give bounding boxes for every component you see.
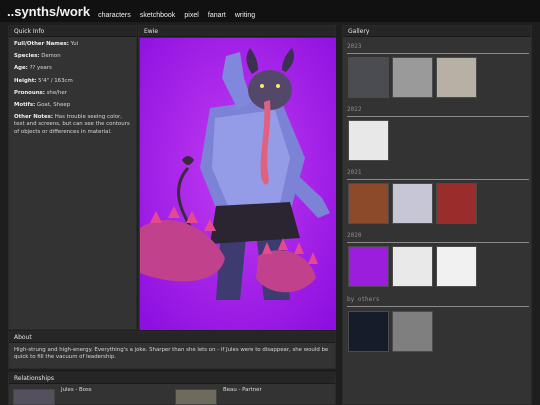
divider xyxy=(347,306,529,307)
art-panel: Ewie xyxy=(138,25,336,330)
gallery-year-2020: 2020 xyxy=(347,232,362,239)
gallery-thumb[interactable] xyxy=(348,57,389,98)
info-key: Height: xyxy=(14,77,37,84)
info-row-names: Full/Other Names: Yui xyxy=(14,41,131,48)
info-row-age: Age: ?? years xyxy=(14,65,131,72)
character-artwork[interactable] xyxy=(140,38,336,330)
gallery-thumb[interactable] xyxy=(392,311,433,352)
gallery-thumb[interactable] xyxy=(348,246,389,287)
gallery-panel: Gallery 2023 2022 2021 2020 by others xyxy=(342,25,532,405)
divider xyxy=(347,53,529,54)
gallery-thumb[interactable] xyxy=(436,183,477,224)
quick-info-title: Quick Info xyxy=(9,26,136,37)
nav-writing[interactable]: writing xyxy=(235,12,255,19)
gallery-title: Gallery xyxy=(343,26,531,37)
main-nav: characters sketchbook pixel fanart writi… xyxy=(98,2,259,21)
gallery-thumb[interactable] xyxy=(392,183,433,224)
divider xyxy=(347,116,529,117)
info-row-species: Species: Demon xyxy=(14,53,131,60)
info-value: Demon xyxy=(41,53,61,60)
top-bar: ..synths/work characters sketchbook pixe… xyxy=(0,0,540,22)
gallery-section-by-others: by others xyxy=(347,296,380,303)
relationships-panel: Relationships Jules - Boss Beau - Partne… xyxy=(8,372,336,405)
character-illustration xyxy=(140,38,336,330)
info-value: Yui xyxy=(70,41,79,47)
about-panel: About High-strung and high-energy. Every… xyxy=(8,331,336,369)
gallery-thumb[interactable] xyxy=(392,57,433,98)
gallery-year-2023: 2023 xyxy=(347,43,362,50)
nav-characters[interactable]: characters xyxy=(98,12,131,19)
gallery-thumb[interactable] xyxy=(348,311,389,352)
about-title: About xyxy=(9,332,335,343)
gallery-thumb[interactable] xyxy=(436,246,477,287)
quick-info-panel: Quick Info Full/Other Names: Yui Species… xyxy=(8,25,137,330)
info-key: Age: xyxy=(14,65,28,72)
info-value: she/her xyxy=(46,89,67,96)
relationships-title: Relationships xyxy=(9,373,335,384)
gallery-year-2022: 2022 xyxy=(347,106,362,113)
info-row-pronouns: Pronouns: she/her xyxy=(14,90,131,97)
nav-fanart[interactable]: fanart xyxy=(208,12,226,19)
info-key: Other Notes: xyxy=(14,114,54,121)
about-text: High-strung and high-energy. Everything'… xyxy=(14,347,329,360)
relationship-beau[interactable]: Beau - Partner xyxy=(223,387,262,405)
info-value: Goat, Sheep xyxy=(36,102,71,109)
gallery-thumb[interactable] xyxy=(348,183,389,224)
relationship-avatar-jules[interactable] xyxy=(13,389,55,405)
nav-sketchbook[interactable]: sketchbook xyxy=(140,12,175,19)
relationship-jules[interactable]: Jules - Boss xyxy=(61,387,92,405)
relationship-avatar-beau[interactable] xyxy=(175,389,217,405)
info-key: Pronouns: xyxy=(14,89,45,96)
info-value: ?? years xyxy=(29,65,52,72)
nav-pixel[interactable]: pixel xyxy=(184,12,198,19)
info-row-notes: Other Notes: Has trouble seeing color, t… xyxy=(14,114,131,136)
art-title: Ewie xyxy=(139,26,335,37)
gallery-thumb[interactable] xyxy=(348,120,389,161)
divider xyxy=(347,179,529,180)
info-key: Species: xyxy=(14,53,40,60)
gallery-thumb[interactable] xyxy=(436,57,477,98)
info-key: Motifs: xyxy=(14,102,36,109)
gallery-year-2021: 2021 xyxy=(347,169,362,176)
divider xyxy=(347,242,529,243)
info-row-motifs: Motifs: Goat, Sheep xyxy=(14,102,131,109)
site-logo[interactable]: ..synths/work xyxy=(7,4,90,19)
info-key: Full/Other Names: xyxy=(14,41,69,47)
info-value: 5'4" / 163cm xyxy=(38,77,73,84)
info-row-height: Height: 5'4" / 163cm xyxy=(14,78,131,85)
gallery-thumb[interactable] xyxy=(392,246,433,287)
